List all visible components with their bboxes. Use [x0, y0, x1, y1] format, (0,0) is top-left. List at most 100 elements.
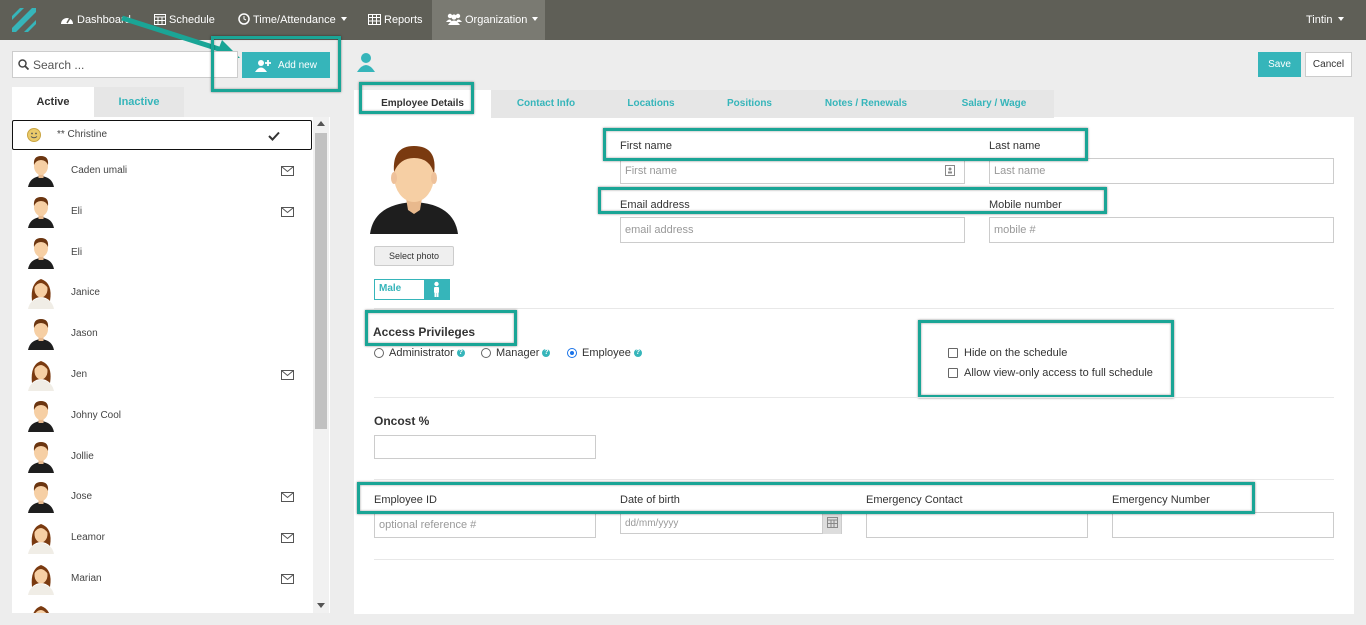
calendar-picker[interactable] [822, 512, 841, 534]
view-only-option[interactable]: Allow view-only access to full schedule [948, 367, 1153, 379]
help-icon[interactable]: ? [633, 349, 642, 357]
tab-employee-details[interactable]: Employee Details [354, 90, 491, 118]
smiley-icon [27, 128, 41, 145]
role-administrator[interactable]: Administrator? [374, 347, 465, 359]
mail-icon[interactable] [281, 532, 294, 546]
mail-icon[interactable] [281, 573, 294, 587]
list-item[interactable] [12, 600, 312, 613]
first-name-input[interactable] [620, 158, 965, 184]
oncost-input[interactable] [374, 435, 596, 459]
tab-contact-info[interactable]: Contact Info [491, 90, 601, 118]
help-icon[interactable]: ? [456, 349, 465, 357]
emergency-contact-input[interactable] [866, 512, 1088, 538]
email-label: Email address [620, 199, 690, 211]
list-item[interactable]: ** Christine [12, 120, 312, 150]
radio-administrator[interactable] [374, 348, 384, 358]
nav-schedule[interactable]: Schedule [154, 0, 215, 40]
list-item[interactable]: Janice [12, 273, 312, 313]
search-input[interactable] [33, 55, 233, 75]
list-item[interactable]: Eli [12, 233, 312, 273]
add-new-button[interactable]: Add new [242, 52, 330, 78]
scrollbar[interactable] [313, 117, 329, 613]
oncost-title: Oncost % [374, 414, 430, 428]
radio-manager[interactable] [481, 348, 491, 358]
app-logo-icon[interactable] [10, 6, 36, 34]
list-item[interactable]: Jen [12, 355, 312, 395]
tab-inactive[interactable]: Inactive [94, 87, 184, 117]
avatar [26, 604, 56, 613]
user-name: Tintin [1306, 14, 1333, 26]
top-nav: Dashboard Schedule Time/Attendance Repor… [0, 0, 1366, 40]
role-employee-label: Employee [582, 347, 631, 359]
male-icon [424, 280, 449, 299]
nav-organization-label: Organization [465, 14, 528, 26]
dashboard-icon [61, 17, 73, 24]
avatar [26, 318, 56, 351]
hide-on-schedule-checkbox[interactable] [948, 348, 958, 358]
avatar [26, 237, 56, 269]
mail-icon[interactable] [281, 165, 294, 179]
cancel-button[interactable]: Cancel [1305, 52, 1352, 77]
gender-toggle[interactable]: Male [374, 279, 450, 300]
help-icon[interactable]: ? [542, 349, 551, 357]
nav-organization[interactable]: Organization [432, 0, 545, 40]
mail-icon[interactable] [281, 491, 294, 505]
role-manager[interactable]: Manager? [481, 347, 551, 359]
avatar [26, 481, 56, 514]
dob-input[interactable] [620, 512, 842, 534]
employee-id-input[interactable] [374, 512, 596, 538]
list-item[interactable]: Marian [12, 559, 312, 599]
tab-salary-wage[interactable]: Salary / Wage [934, 90, 1054, 118]
last-name-input[interactable] [989, 158, 1334, 184]
scroll-up-icon[interactable] [317, 121, 325, 126]
list-item[interactable]: Eli [12, 192, 312, 232]
nav-reports[interactable]: Reports [368, 0, 423, 40]
avatar [26, 563, 56, 595]
list-item[interactable]: Jason [12, 314, 312, 354]
mobile-label: Mobile number [989, 199, 1062, 211]
emergency-number-input[interactable] [1112, 512, 1334, 538]
nav-reports-label: Reports [384, 14, 423, 26]
emergency-contact-label: Emergency Contact [866, 494, 963, 506]
mail-icon[interactable] [281, 206, 294, 220]
divider [374, 559, 1334, 560]
employee-name: Jose [71, 491, 93, 503]
view-only-checkbox[interactable] [948, 368, 958, 378]
employee-name: ** Christine [57, 129, 108, 140]
calendar-icon [154, 14, 166, 25]
list-item[interactable]: Caden umali [12, 151, 312, 191]
radio-employee[interactable] [567, 348, 577, 358]
role-employee[interactable]: Employee? [567, 347, 642, 359]
chevron-down-icon [1337, 17, 1344, 21]
employee-name: Jollie [71, 450, 94, 462]
nav-time-attendance[interactable]: Time/Attendance [238, 0, 347, 40]
tab-locations[interactable]: Locations [601, 90, 701, 118]
list-item[interactable]: Jollie [12, 437, 312, 477]
select-photo-button[interactable]: Select photo [374, 246, 454, 266]
scroll-thumb[interactable] [315, 133, 327, 429]
profile-photo[interactable] [366, 142, 462, 234]
hide-on-schedule-option[interactable]: Hide on the schedule [948, 347, 1067, 359]
gender-label: Male [379, 283, 402, 294]
tab-active[interactable]: Active [12, 87, 94, 117]
scroll-down-icon[interactable] [317, 603, 325, 608]
nav-dashboard[interactable]: Dashboard [60, 0, 131, 40]
divider [374, 479, 1334, 480]
employee-form [354, 117, 1354, 614]
tab-notes-renewals[interactable]: Notes / Renewals [798, 90, 934, 118]
list-item[interactable]: Leamor [12, 518, 312, 558]
list-item[interactable]: Jose [12, 477, 312, 517]
employee-name: Marian [71, 573, 102, 584]
table-icon [368, 14, 381, 25]
save-button[interactable]: Save [1258, 52, 1301, 77]
mail-icon[interactable] [281, 369, 294, 383]
user-menu[interactable]: Tintin [1306, 0, 1344, 40]
tab-positions[interactable]: Positions [701, 90, 798, 118]
employee-name: Caden umali [71, 165, 128, 176]
mobile-input[interactable] [989, 217, 1334, 243]
list-item[interactable]: Johny Cool [12, 396, 312, 436]
contact-card-icon[interactable] [945, 165, 955, 176]
view-only-label: Allow view-only access to full schedule [964, 367, 1153, 379]
email-input[interactable] [620, 217, 965, 243]
employee-list: ** Christine Caden umali Eli Eli Janice Jason… [12, 117, 330, 613]
